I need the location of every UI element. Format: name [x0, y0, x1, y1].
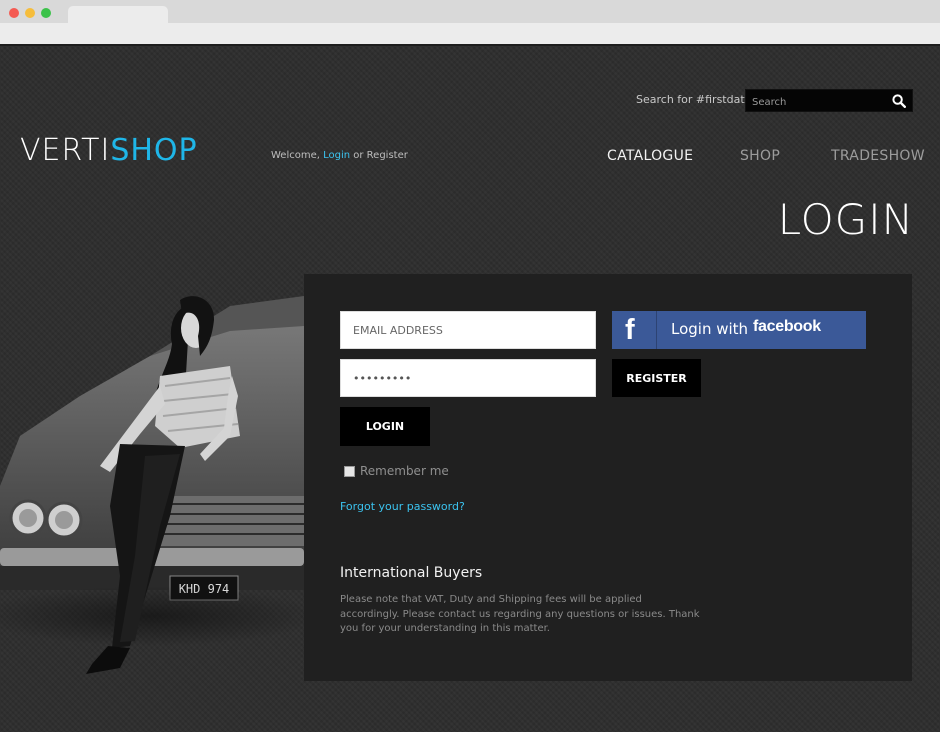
- hero-photo: KHD 974: [0, 286, 304, 696]
- browser-chrome: [0, 0, 940, 46]
- nav-catalogue[interactable]: CATALOGUE: [607, 148, 693, 164]
- facebook-f-icon: f: [625, 314, 635, 346]
- search-label: Search for #firstdate: [636, 93, 752, 106]
- logo-part-verti: VERTI: [20, 133, 111, 168]
- facebook-brand-label: facebook: [753, 318, 821, 335]
- welcome-login-link[interactable]: Login: [323, 150, 350, 161]
- search-box: [745, 89, 913, 112]
- email-field[interactable]: [340, 311, 596, 349]
- register-button[interactable]: REGISTER: [612, 359, 701, 397]
- facebook-login-label: Login with: [671, 320, 749, 338]
- browser-tab[interactable]: [68, 6, 168, 23]
- remember-me-checkbox[interactable]: [344, 465, 355, 477]
- minimize-window-dot[interactable]: [25, 8, 35, 18]
- vertishop-logo[interactable]: VERTISHOP: [20, 134, 198, 168]
- facebook-login-button[interactable]: f Login with facebook: [612, 311, 866, 349]
- search-icon[interactable]: [892, 94, 906, 108]
- browser-toolbar: [0, 23, 940, 44]
- nav-shop[interactable]: SHOP: [740, 148, 780, 164]
- forgot-password-link[interactable]: Forgot your password?: [340, 500, 465, 513]
- international-buyers-title: International Buyers: [340, 565, 483, 581]
- welcome-text: Welcome, Login or Register: [271, 150, 408, 161]
- password-field[interactable]: [340, 359, 596, 397]
- logo-part-shop: SHOP: [110, 133, 198, 168]
- remember-me[interactable]: Remember me: [344, 464, 449, 478]
- close-window-dot[interactable]: [9, 8, 19, 18]
- search-input[interactable]: [750, 93, 894, 111]
- facebook-icon-box: f: [612, 311, 657, 349]
- welcome-suffix: or Register: [350, 150, 408, 161]
- login-button[interactable]: LOGIN: [340, 407, 430, 446]
- international-buyers-text: Please note that VAT, Duty and Shipping …: [340, 594, 700, 634]
- welcome-prefix: Welcome,: [271, 150, 324, 161]
- remember-me-label: Remember me: [360, 464, 449, 478]
- page-title: LOGIN: [777, 195, 914, 244]
- model-with-car-illustration: KHD 974: [0, 296, 304, 674]
- nav-tradeshow[interactable]: TRADESHOW: [831, 148, 925, 164]
- maximize-window-dot[interactable]: [41, 8, 51, 18]
- login-panel: f Login with facebook REGISTER LOGIN Rem…: [304, 274, 912, 681]
